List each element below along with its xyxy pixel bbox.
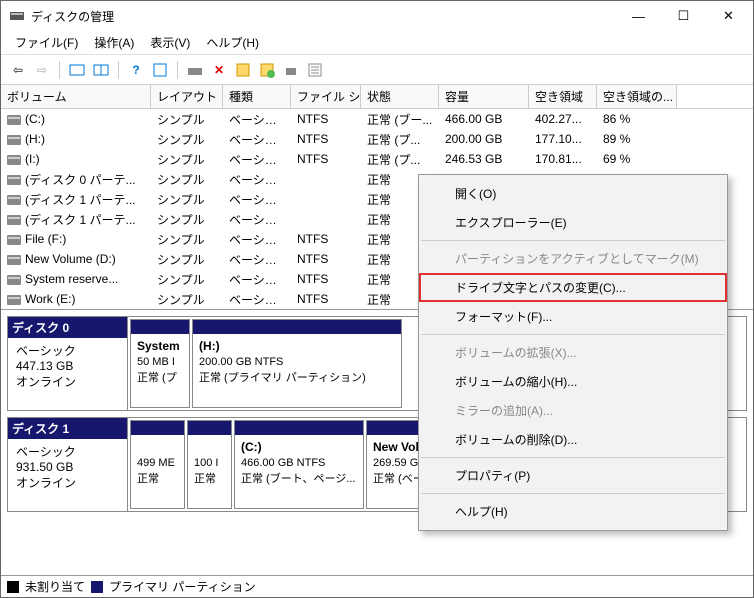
toolbar-icon-6[interactable] [256,59,278,81]
legend-unallocated-icon [7,581,19,593]
context-menu: 開く(O) エクスプローラー(E) パーティションをアクティブとしてマーク(M)… [418,174,728,531]
volume-row[interactable]: (I:)シンプルベーシックNTFS正常 (プ...246.53 GB170.81… [1,149,753,169]
menu-file[interactable]: ファイル(F) [7,32,86,53]
partition[interactable]: 100 I正常 [187,420,232,509]
disk-info[interactable]: ディスク 1ベーシック931.50 GBオンライン [8,418,128,511]
col-layout[interactable]: レイアウト [151,85,223,108]
ctx-help[interactable]: ヘルプ(H) [419,497,727,526]
legend-unallocated-label: 未割り当て [25,578,85,595]
toolbar-icon-4[interactable] [184,59,206,81]
back-button[interactable]: ⇦ [7,59,29,81]
ctx-open[interactable]: 開く(O) [419,179,727,208]
toolbar-icon-5[interactable] [232,59,254,81]
menu-action[interactable]: 操作(A) [86,32,142,53]
ctx-delete[interactable]: ボリュームの削除(D)... [419,425,727,454]
toolbar-icon-7[interactable] [280,59,302,81]
window-title: ディスクの管理 [31,8,616,25]
toolbar-icon-3[interactable] [149,59,171,81]
properties-icon[interactable] [304,59,326,81]
volume-row[interactable]: (H:)シンプルベーシックNTFS正常 (プ...200.00 GB177.10… [1,129,753,149]
toolbar-icon-2[interactable] [90,59,112,81]
col-filesystem[interactable]: ファイル シ... [291,85,361,108]
ctx-mirror: ミラーの追加(A)... [419,396,727,425]
toolbar: ⇦ ⇨ ? ✕ [1,55,753,85]
column-headers: ボリューム レイアウト 種類 ファイル シ... 状態 容量 空き領域 空き領域… [1,85,753,109]
col-capacity[interactable]: 容量 [439,85,529,108]
col-status[interactable]: 状態 [361,85,439,108]
minimize-button[interactable]: ― [616,1,661,31]
toolbar-icon-1[interactable] [66,59,88,81]
legend-primary-icon [91,581,103,593]
titlebar: ディスクの管理 ― ☐ ✕ [1,1,753,31]
col-type[interactable]: 種類 [223,85,291,108]
col-free[interactable]: 空き領域 [529,85,597,108]
col-freepct[interactable]: 空き領域の... [597,85,677,108]
menu-help[interactable]: ヘルプ(H) [198,32,267,53]
partition[interactable]: System50 MB I正常 (プ [130,319,190,408]
delete-icon[interactable]: ✕ [208,59,230,81]
help-icon[interactable]: ? [125,59,147,81]
ctx-shrink[interactable]: ボリュームの縮小(H)... [419,367,727,396]
legend-primary-label: プライマリ パーティション [109,578,256,595]
ctx-format[interactable]: フォーマット(F)... [419,302,727,331]
legend: 未割り当て プライマリ パーティション [1,575,753,597]
partition[interactable]: (C:)466.00 GB NTFS正常 (ブート、ページ... [234,420,364,509]
forward-button[interactable]: ⇨ [31,59,53,81]
maximize-button[interactable]: ☐ [661,1,706,31]
ctx-extend: ボリュームの拡張(X)... [419,338,727,367]
app-icon [9,8,25,24]
menu-view[interactable]: 表示(V) [142,32,198,53]
ctx-change-drive-letter[interactable]: ドライブ文字とパスの変更(C)... [419,273,727,302]
disk-info[interactable]: ディスク 0ベーシック447.13 GBオンライン [8,317,128,410]
ctx-properties[interactable]: プロパティ(P) [419,461,727,490]
close-button[interactable]: ✕ [706,1,751,31]
volume-row[interactable]: (C:)シンプルベーシックNTFS正常 (ブー...466.00 GB402.2… [1,109,753,129]
partition[interactable]: 499 ME正常 [130,420,185,509]
ctx-mark-active: パーティションをアクティブとしてマーク(M) [419,244,727,273]
menubar: ファイル(F) 操作(A) 表示(V) ヘルプ(H) [1,31,753,55]
col-volume[interactable]: ボリューム [1,85,151,108]
partition[interactable]: (H:)200.00 GB NTFS正常 (プライマリ パーティション) [192,319,402,408]
ctx-explorer[interactable]: エクスプローラー(E) [419,208,727,237]
